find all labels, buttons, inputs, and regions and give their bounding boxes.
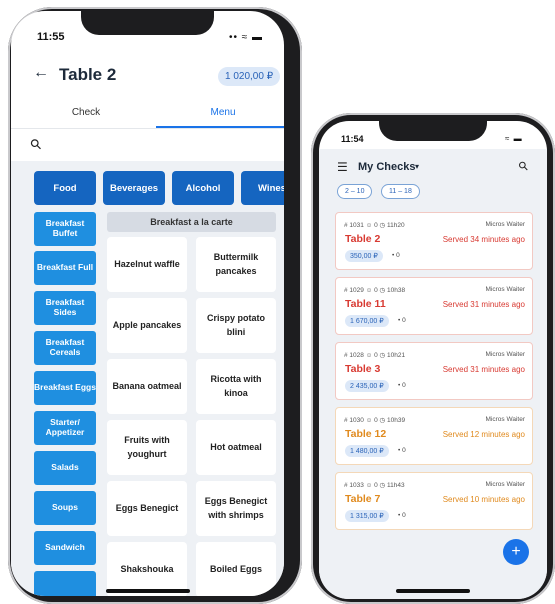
subcategory-salads[interactable]: Salads: [34, 451, 96, 485]
menu-item[interactable]: Boiled Eggs: [196, 542, 276, 596]
check-amount: 350,00 ₽: [345, 250, 383, 262]
subcategory-breakfast-full[interactable]: Breakfast Full: [34, 251, 96, 285]
subcategory-breakfast-eggs[interactable]: Breakfast Eggs: [34, 371, 96, 405]
served-status: Served 31 minutes ago: [442, 365, 525, 374]
check-amount: 1 480,00 ₽: [345, 445, 389, 457]
check-card[interactable]: # 1031 ☺ 0 ◷ 11h20 Micros Waiter Table 2…: [335, 212, 533, 270]
status-time: 11:55: [37, 31, 65, 43]
check-meta: # 1029 ☺ 0 ◷ 10h38: [344, 287, 406, 294]
subcategory-breakfast-cereals[interactable]: Breakfast Cereals: [34, 331, 96, 365]
menu-item[interactable]: Crispy potato blini: [196, 298, 276, 353]
page-title[interactable]: My Checks: [358, 161, 415, 173]
home-indicator: [396, 589, 470, 593]
table-name: Table 3: [345, 363, 381, 375]
menu-item[interactable]: Eggs Benegict: [107, 481, 187, 536]
check-dot: • 0: [398, 512, 406, 519]
my-checks-screen: 11:54 ≈ ▬ ☰ My Checks ▾ ⚲ 2 – 10 11 – 18…: [319, 121, 547, 599]
category-beverages[interactable]: Beverages: [103, 171, 165, 205]
category-alcohol[interactable]: Alcohol: [172, 171, 234, 205]
menu-area: Food Beverages Alcohol Wines Breakfast B…: [11, 161, 284, 596]
menu-item[interactable]: Apple pancakes: [107, 298, 187, 353]
menu-item[interactable]: Fruits with youghurt: [107, 420, 187, 475]
filter-chip[interactable]: 11 – 18: [381, 184, 420, 199]
menu-item[interactable]: Eggs Benegict with shrimps: [196, 481, 276, 536]
status-icons: ≈ ▬: [505, 134, 523, 143]
served-status: Served 34 minutes ago: [442, 235, 525, 244]
status-icons: •• ≈ ▬: [229, 32, 264, 43]
category-food[interactable]: Food: [34, 171, 96, 205]
tab-menu[interactable]: Menu: [193, 107, 253, 118]
table-name: Table 7: [345, 493, 381, 505]
home-indicator: [106, 589, 190, 593]
subcategory-breakfast-buffet[interactable]: Breakfast Buffet: [34, 212, 96, 246]
menu-item[interactable]: Buttermilk pancakes: [196, 237, 276, 292]
menu-item[interactable]: Hazelnut waffle: [107, 237, 187, 292]
table-name: Table 12: [345, 428, 387, 440]
menu-item[interactable]: Shakshouka: [107, 542, 187, 596]
check-total-badge: 1 020,00 ₽: [218, 67, 281, 86]
notch: [81, 11, 214, 35]
check-amount: 1 670,00 ₽: [345, 315, 389, 327]
check-meta: # 1031 ☺ 0 ◷ 11h20: [344, 222, 405, 229]
search-icon[interactable]: ⚲: [26, 135, 45, 154]
subcategory-breakfast-sides[interactable]: Breakfast Sides: [34, 291, 96, 325]
waiter-name: Micros Waiter: [485, 416, 525, 423]
page-title: Table 2: [59, 65, 117, 84]
table-name: Table 2: [345, 233, 381, 245]
check-meta: # 1030 ☺ 0 ◷ 10h39: [344, 417, 406, 424]
check-dot: • 0: [398, 382, 406, 389]
served-status: Served 10 minutes ago: [442, 495, 525, 504]
check-card[interactable]: # 1029 ☺ 0 ◷ 10h38 Micros Waiter Table 1…: [335, 277, 533, 335]
subcategory-more[interactable]: [34, 571, 96, 596]
filter-chip[interactable]: 2 – 10: [337, 184, 373, 199]
menu-icon[interactable]: ☰: [337, 160, 348, 174]
add-check-button[interactable]: +: [503, 539, 529, 565]
tab-check[interactable]: Check: [56, 107, 116, 118]
waiter-name: Micros Waiter: [485, 221, 525, 228]
check-dot: • 0: [392, 252, 400, 259]
divider: [11, 128, 284, 129]
check-meta: # 1028 ☺ 0 ◷ 10h21: [344, 352, 406, 359]
table-menu-screen: 11:55 •• ≈ ▬ ← Table 2 1 020,00 ₽ Check …: [11, 11, 284, 596]
check-card[interactable]: # 1033 ☺ 0 ◷ 11h43 Micros Waiter Table 7…: [335, 472, 533, 530]
category-wines[interactable]: Wines: [241, 171, 284, 205]
check-meta: # 1033 ☺ 0 ◷ 11h43: [344, 482, 405, 489]
menu-item[interactable]: Hot oatmeal: [196, 420, 276, 475]
table-name: Table 11: [345, 298, 386, 310]
chevron-down-icon[interactable]: ▾: [415, 162, 419, 171]
back-arrow-icon[interactable]: ←: [33, 64, 49, 82]
check-card[interactable]: # 1030 ☺ 0 ◷ 10h39 Micros Waiter Table 1…: [335, 407, 533, 465]
check-amount: 1 315,00 ₽: [345, 510, 389, 522]
menu-item[interactable]: Ricotta with kinoa: [196, 359, 276, 414]
menu-item[interactable]: Banana oatmeal: [107, 359, 187, 414]
status-time: 11:54: [341, 134, 364, 144]
subcategory-soups[interactable]: Soups: [34, 491, 96, 525]
check-card[interactable]: # 1028 ☺ 0 ◷ 10h21 Micros Waiter Table 3…: [335, 342, 533, 400]
check-dot: • 0: [398, 447, 406, 454]
served-status: Served 31 minutes ago: [442, 300, 525, 309]
subcategory-sandwich[interactable]: Sandwich: [34, 531, 96, 565]
section-header: Breakfast a la carte: [107, 212, 276, 232]
notch: [379, 121, 487, 141]
waiter-name: Micros Waiter: [485, 351, 525, 358]
waiter-name: Micros Waiter: [485, 286, 525, 293]
check-amount: 2 435,00 ₽: [345, 380, 389, 392]
served-status: Served 12 minutes ago: [442, 430, 525, 439]
check-dot: • 0: [398, 317, 406, 324]
subcategory-starter-appetizer[interactable]: Starter/ Appetizer: [34, 411, 96, 445]
waiter-name: Micros Waiter: [485, 481, 525, 488]
